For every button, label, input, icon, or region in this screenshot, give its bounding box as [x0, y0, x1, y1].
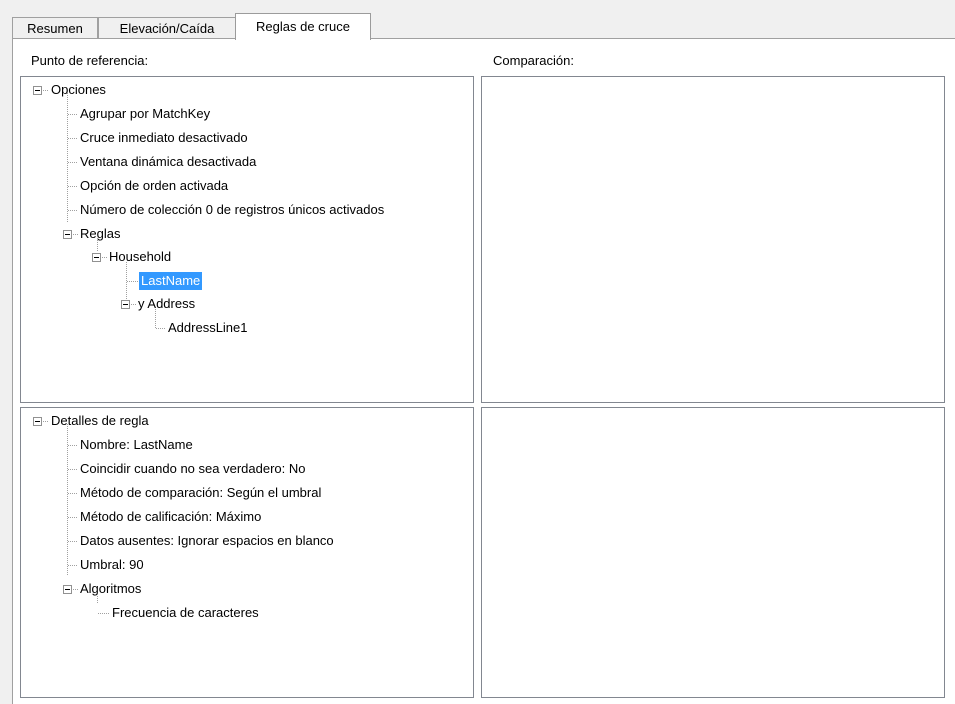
- tree-connector: [127, 281, 139, 282]
- tree-node-label: Coincidir cuando no sea verdadero: No: [80, 461, 306, 476]
- tree-node-option[interactable]: Ventana dinámica desactivada: [21, 152, 471, 174]
- tree-node-detail[interactable]: Coincidir cuando no sea verdadero: No: [21, 459, 471, 481]
- tree-connector: [68, 445, 78, 446]
- tree-connector: [68, 517, 78, 518]
- tree-node-detail[interactable]: Umbral: 90: [21, 555, 471, 577]
- tree-node-label: Reglas: [80, 226, 121, 241]
- tree-node-label: Opción de orden activada: [80, 178, 229, 193]
- tree-connector: [68, 469, 78, 470]
- tree-connector: [68, 138, 78, 139]
- collapse-toggle-icon[interactable]: [63, 585, 72, 594]
- tree-connector: [68, 114, 78, 115]
- tree-node-label: AddressLine1: [168, 320, 248, 335]
- tree-connector: [98, 613, 110, 614]
- collapse-toggle-icon[interactable]: [33, 417, 42, 426]
- tree-connector: [68, 493, 78, 494]
- tree-node-label: Algoritmos: [80, 581, 142, 596]
- tree-node-option[interactable]: Opción de orden activada: [21, 176, 471, 198]
- tree-node-label: Número de colección 0 de registros único…: [80, 202, 385, 217]
- tree-node-label: LastName: [139, 272, 203, 290]
- tree-node-detalles[interactable]: Detalles de regla: [21, 411, 471, 433]
- tree-connector: [68, 186, 78, 187]
- tree-node-label: Household: [109, 249, 172, 264]
- tree-node-label: Método de comparación: Según el umbral: [80, 485, 322, 500]
- collapse-toggle-icon[interactable]: [63, 230, 72, 239]
- tree-node-opciones[interactable]: Opciones: [21, 80, 471, 102]
- tree-node-option[interactable]: Agrupar por MatchKey: [21, 104, 471, 126]
- tree-node-label: Agrupar por MatchKey: [80, 106, 211, 121]
- comparison-label: Comparación:: [493, 53, 574, 68]
- tree-node-label: Nombre: LastName: [80, 437, 193, 452]
- tree-node-option[interactable]: Cruce inmediato desactivado: [21, 128, 471, 150]
- tree-node-label: Frecuencia de caracteres: [112, 605, 259, 620]
- tree-connector: [68, 541, 78, 542]
- tree-node-label: Ventana dinámica desactivada: [80, 154, 257, 169]
- tree-node-detail[interactable]: Nombre: LastName: [21, 435, 471, 457]
- reference-tree-pane[interactable]: Opciones Agrupar por MatchKey Cruce inme…: [20, 76, 474, 403]
- tree-connector: [68, 565, 78, 566]
- tab-reglas-de-cruce[interactable]: Reglas de cruce: [235, 13, 371, 40]
- tree-connector: [156, 328, 166, 329]
- tab-resumen[interactable]: Resumen: [12, 17, 98, 39]
- tree-node-label: y Address: [138, 296, 196, 311]
- comparison-details-pane[interactable]: [481, 407, 945, 698]
- rule-details-pane[interactable]: Detalles de regla Nombre: LastName Coinc…: [20, 407, 474, 698]
- collapse-toggle-icon[interactable]: [121, 300, 130, 309]
- tree-node-label: Cruce inmediato desactivado: [80, 130, 248, 145]
- tree-node-lastname[interactable]: LastName: [21, 271, 471, 293]
- tree-connector: [68, 210, 78, 211]
- tree-node-addressline[interactable]: AddressLine1: [21, 318, 471, 340]
- tab-elevacion-caida[interactable]: Elevación/Caída: [98, 17, 236, 39]
- tree-node-label: Datos ausentes: Ignorar espacios en blan…: [80, 533, 334, 548]
- comparison-tree-pane[interactable]: [481, 76, 945, 403]
- reference-label: Punto de referencia:: [31, 53, 149, 68]
- tree-node-label: Detalles de regla: [51, 413, 149, 428]
- tree-node-label: Umbral: 90: [80, 557, 144, 572]
- tree-node-household[interactable]: Household: [21, 247, 471, 269]
- tree-node-algoritmos[interactable]: Algoritmos: [21, 579, 471, 601]
- tree-node-detail[interactable]: Datos ausentes: Ignorar espacios en blan…: [21, 531, 471, 553]
- tree-node-detail[interactable]: Método de calificación: Máximo: [21, 507, 471, 529]
- tree-node-algorithm[interactable]: Frecuencia de caracteres: [21, 603, 471, 625]
- tree-node-option[interactable]: Número de colección 0 de registros único…: [21, 200, 471, 222]
- collapse-toggle-icon[interactable]: [92, 253, 101, 262]
- tree-node-label: Método de calificación: Máximo: [80, 509, 262, 524]
- tree-node-label: Opciones: [51, 82, 106, 97]
- tree-node-detail[interactable]: Método de comparación: Según el umbral: [21, 483, 471, 505]
- tree-connector: [68, 162, 78, 163]
- collapse-toggle-icon[interactable]: [33, 86, 42, 95]
- tree-node-reglas[interactable]: Reglas: [21, 224, 471, 246]
- tree-node-address[interactable]: y Address: [21, 294, 471, 316]
